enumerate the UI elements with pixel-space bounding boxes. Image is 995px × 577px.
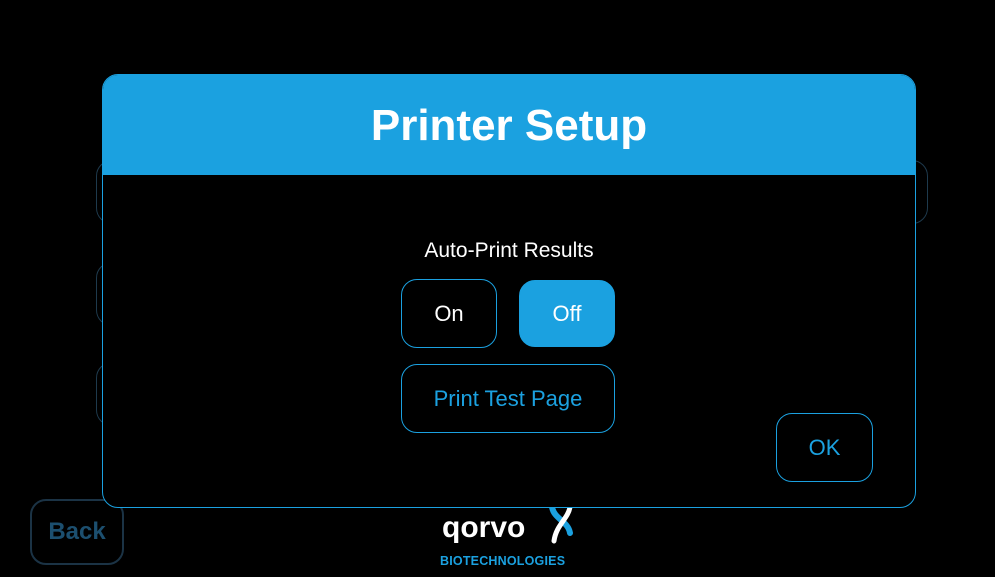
logo-helix-icon	[549, 505, 573, 544]
dialog-header: Printer Setup	[103, 75, 915, 175]
print-test-page-label: Print Test Page	[433, 385, 583, 411]
ok-label: OK	[808, 434, 841, 460]
auto-print-off-button[interactable]: Off	[519, 280, 615, 347]
dialog-title: Printer Setup	[370, 101, 648, 150]
auto-print-on-label: On	[434, 300, 464, 326]
back-button[interactable]: Back	[30, 499, 124, 565]
printer-setup-dialog: Printer Setup Auto-Print Results On Off …	[102, 74, 916, 508]
logo-subtitle: BIOTECHNOLOGIES	[440, 554, 566, 568]
logo-wordmark: qorvo	[442, 511, 526, 544]
print-test-page-button[interactable]: Print Test Page	[401, 364, 615, 433]
auto-print-label: Auto-Print Results	[424, 239, 594, 262]
auto-print-on-button[interactable]: On	[401, 279, 497, 348]
auto-print-off-label: Off	[552, 300, 582, 326]
printer-setup-screen: Back qorvo BIOTECHNOLOGIES Printer Setup…	[0, 0, 995, 577]
ok-button[interactable]: OK	[776, 413, 873, 482]
qorvo-logo: qorvo BIOTECHNOLOGIES	[436, 505, 586, 571]
